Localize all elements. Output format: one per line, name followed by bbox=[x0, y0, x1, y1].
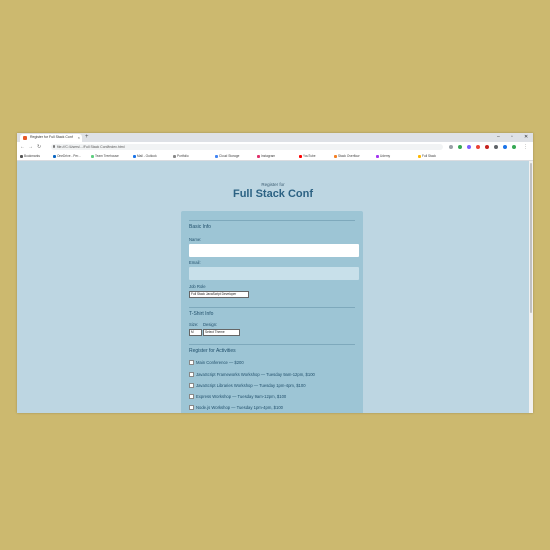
scrollbar-thumb[interactable] bbox=[530, 163, 532, 313]
favicon-icon bbox=[23, 136, 27, 140]
browser-toolbar: ← → ↻ file:///C:/Users/.../Full Stack Co… bbox=[17, 142, 533, 152]
url-text: file:///C:/Users/.../Full Stack Conf/ind… bbox=[57, 145, 125, 149]
address-bar[interactable]: file:///C:/Users/.../Full Stack Conf/ind… bbox=[51, 144, 443, 150]
bookmark-star-icon[interactable] bbox=[449, 145, 453, 149]
close-window-button[interactable]: ✕ bbox=[524, 134, 528, 141]
bookmark-item[interactable]: OneDrive - Per... bbox=[53, 153, 81, 159]
registration-form: Basic Info Name: Email: Job Role Full St… bbox=[181, 211, 363, 413]
tab-strip: Register for Full Stack Conf × + – ▫ ✕ bbox=[17, 133, 533, 142]
extension-icon[interactable] bbox=[494, 145, 498, 149]
activity-checkbox[interactable] bbox=[189, 405, 194, 411]
bookmark-item[interactable]: Udemy bbox=[376, 153, 390, 159]
minimize-button[interactable]: – bbox=[497, 134, 500, 141]
bookmark-item[interactable]: Mail - Outlook bbox=[133, 153, 157, 159]
bookmark-item[interactable]: Bookmarks bbox=[20, 153, 40, 159]
name-label: Name: bbox=[189, 237, 202, 242]
extension-icon[interactable] bbox=[467, 145, 471, 149]
extension-icon[interactable] bbox=[485, 145, 489, 149]
job-role-select[interactable]: Full Stack JavaScript Developer bbox=[189, 291, 249, 298]
bookmark-item[interactable]: Cloud Storage bbox=[215, 153, 239, 159]
bookmark-item[interactable]: YouTube bbox=[299, 153, 316, 159]
activity-checkbox[interactable] bbox=[189, 360, 194, 366]
activity-checkbox[interactable] bbox=[189, 394, 194, 400]
activity-item[interactable]: JavaScript Frameworks Workshop — Tuesday… bbox=[189, 372, 315, 378]
browser-tab[interactable]: Register for Full Stack Conf × bbox=[20, 134, 82, 142]
fieldset-divider bbox=[189, 220, 355, 221]
bookmarks-bar: Bookmarks OneDrive - Per... Team Treehou… bbox=[17, 152, 533, 161]
page-title: Full Stack Conf bbox=[232, 188, 314, 200]
size-select[interactable]: M bbox=[189, 329, 202, 336]
design-select[interactable]: Select Theme bbox=[203, 329, 240, 336]
bookmark-item[interactable]: Portfolio bbox=[173, 153, 189, 159]
tab-title: Register for Full Stack Conf bbox=[30, 135, 73, 139]
size-label: Size: bbox=[189, 322, 199, 327]
bookmark-item[interactable]: Stack Overflow bbox=[334, 153, 359, 159]
job-role-label: Job Role bbox=[189, 284, 206, 289]
tshirt-legend: T-Shirt Info bbox=[189, 311, 214, 317]
extension-icon[interactable] bbox=[503, 145, 507, 149]
activity-checkbox[interactable] bbox=[189, 383, 194, 389]
fieldset-divider bbox=[189, 307, 355, 308]
email-label: Email: bbox=[189, 260, 201, 265]
page-kicker: Register for bbox=[261, 182, 285, 187]
maximize-button[interactable]: ▫ bbox=[511, 134, 513, 141]
basic-info-legend: Basic Info bbox=[189, 224, 211, 230]
email-input[interactable] bbox=[189, 267, 359, 280]
activity-item[interactable]: Main Conference — $200 bbox=[189, 360, 244, 366]
extension-icon[interactable] bbox=[476, 145, 480, 149]
activity-item[interactable]: Express Workshop — Tuesday 9am-12pm, $10… bbox=[189, 394, 286, 400]
fieldset-divider bbox=[189, 344, 355, 345]
menu-icon[interactable]: ⋮ bbox=[523, 143, 528, 151]
reload-icon[interactable]: ↻ bbox=[37, 143, 41, 151]
page-content: Register for Full Stack Conf Basic Info … bbox=[17, 161, 529, 413]
design-label: Design: bbox=[203, 322, 218, 327]
bookmark-item[interactable]: Instagram bbox=[257, 153, 275, 159]
bookmark-item[interactable]: Full Stack bbox=[418, 153, 436, 159]
back-icon[interactable]: ← bbox=[20, 143, 25, 151]
activities-legend: Register for Activities bbox=[189, 348, 236, 354]
name-input[interactable] bbox=[189, 244, 359, 257]
new-tab-button[interactable]: + bbox=[85, 134, 89, 141]
extension-icon[interactable] bbox=[458, 145, 462, 149]
browser-window: Register for Full Stack Conf × + – ▫ ✕ ←… bbox=[17, 133, 533, 413]
lock-icon bbox=[53, 145, 55, 148]
close-tab-icon[interactable]: × bbox=[78, 135, 80, 140]
activity-checkbox[interactable] bbox=[189, 372, 194, 378]
forward-icon[interactable]: → bbox=[28, 143, 33, 151]
activity-item[interactable]: JavaScript Libraries Workshop — Tuesday … bbox=[189, 383, 306, 389]
activity-item[interactable]: Node.js Workshop — Tuesday 1pm-4pm, $100 bbox=[189, 405, 283, 411]
profile-avatar-icon[interactable] bbox=[512, 145, 516, 149]
page-scrollbar[interactable] bbox=[529, 161, 533, 413]
bookmark-item[interactable]: Team Treehouse bbox=[91, 153, 119, 159]
